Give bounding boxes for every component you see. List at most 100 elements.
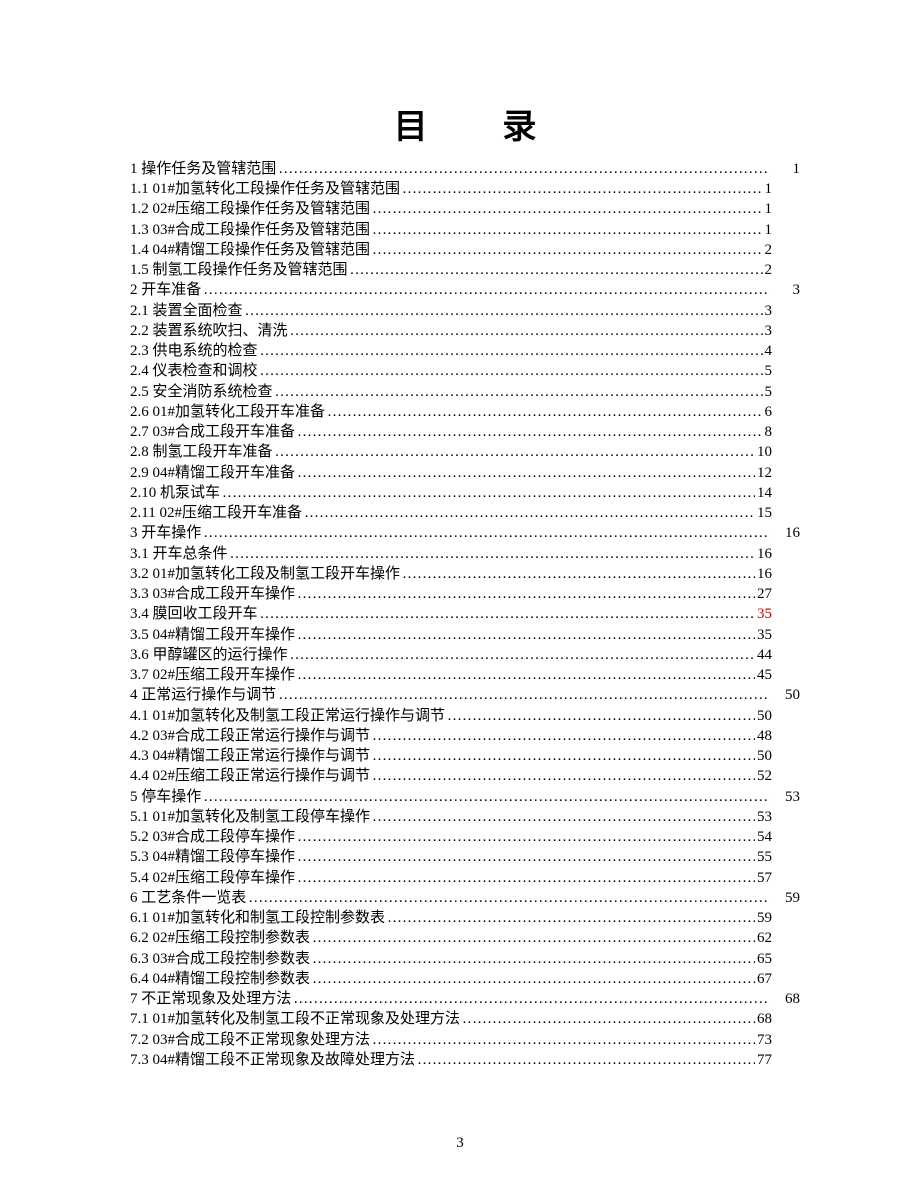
- toc-entry-label: 6.4 04#精馏工段控制参数表: [130, 969, 310, 989]
- toc-entry: 3.3 03#合成工段开车操作 27: [130, 584, 800, 604]
- toc-leader-dots: [278, 159, 770, 179]
- toc-leader-dots: [290, 321, 763, 341]
- toc-entry: 6.3 03#合成工段控制参数表65: [130, 949, 800, 969]
- toc-entry: 4.1 01#加氢转化及制氢工段正常运行操作与调节50: [130, 706, 800, 726]
- toc-entry-page: 73: [757, 1030, 772, 1050]
- toc-leader-dots: [312, 969, 755, 989]
- toc-entry: 2.5 安全消防系统检查5: [130, 382, 800, 402]
- toc-entry-page: 67: [757, 969, 772, 989]
- toc-entry-page: 35: [757, 625, 772, 645]
- toc-leader-dots: [297, 847, 755, 867]
- toc-entry: 1.3 03#合成工段操作任务及管辖范围 1: [130, 220, 800, 240]
- toc-entry: 3.2 01#加氢转化工段及制氢工段开车操作16: [130, 564, 800, 584]
- page-number: 3: [0, 1133, 920, 1153]
- toc-entry-page: 50: [757, 746, 772, 766]
- toc-entry-page: 55: [757, 847, 772, 867]
- toc-entry: 2.8 制氢工段开车准备10: [130, 442, 800, 462]
- toc-entry: 2.9 04#精馏工段开车准备12: [130, 463, 800, 483]
- toc-entry-label: 7 不正常现象及处理方法: [130, 989, 291, 1009]
- toc-entry-label: 2.2 装置系统吹扫、清洗: [130, 321, 288, 341]
- toc-leader-dots: [278, 685, 770, 705]
- toc-leader-dots: [447, 706, 755, 726]
- toc-entry: 2.1 装置全面检查 3: [130, 301, 800, 321]
- toc-entry: 2.7 03#合成工段开车准备8: [130, 422, 800, 442]
- toc-leader-dots: [402, 179, 762, 199]
- toc-entry: 7.3 04#精馏工段不正常现象及故障处理方法77: [130, 1050, 800, 1070]
- toc-leader-dots: [222, 483, 755, 503]
- toc-entry-label: 2.1 装置全面检查: [130, 301, 243, 321]
- toc-entry-label: 5.3 04#精馏工段停车操作: [130, 847, 295, 867]
- toc-entry: 2.4 仪表检查和调校5: [130, 361, 800, 381]
- toc-leader-dots: [372, 240, 762, 260]
- toc-entry: 4.3 04#精馏工段正常运行操作与调节50: [130, 746, 800, 766]
- toc-entry: 7 不正常现象及处理方法 68: [130, 989, 800, 1009]
- toc-entry-page: 44: [757, 645, 772, 665]
- toc-leader-dots: [372, 807, 755, 827]
- toc-leader-dots: [297, 584, 755, 604]
- toc-entry: 1.1 01#加氢转化工段操作任务及管辖范围1: [130, 179, 800, 199]
- toc-entry-page: 45: [757, 665, 772, 685]
- toc-entry-page: 1: [765, 179, 773, 199]
- toc-entry-page: 6: [765, 402, 773, 422]
- toc-entry: 5.2 03#合成工段停车操作54: [130, 827, 800, 847]
- toc-leader-dots: [275, 382, 763, 402]
- toc-entry-page: 35: [757, 604, 772, 624]
- toc-leader-dots: [304, 503, 755, 523]
- toc-leader-dots: [297, 868, 755, 888]
- toc-entry-label: 5.1 01#加氢转化及制氢工段停车操作: [130, 807, 370, 827]
- toc-leader-dots: [372, 199, 762, 219]
- toc-entry-label: 5.2 03#合成工段停车操作: [130, 827, 295, 847]
- toc-entry-page: 1: [765, 220, 773, 240]
- toc-entry-page: 16: [772, 523, 800, 543]
- toc-entry-page: 5: [765, 361, 773, 381]
- toc-entry: 2.11 02#压缩工段开车准备15: [130, 503, 800, 523]
- toc-entry-label: 3 开车操作: [130, 523, 201, 543]
- toc-entry-page: 2: [765, 240, 773, 260]
- toc-entry-page: 16: [757, 544, 772, 564]
- toc-entry-label: 1.2 02#压缩工段操作任务及管辖范围: [130, 199, 370, 219]
- toc-leader-dots: [462, 1009, 755, 1029]
- toc-entry-label: 2.3 供电系统的检查: [130, 341, 258, 361]
- toc-leader-dots: [260, 361, 763, 381]
- toc-leader-dots: [350, 260, 763, 280]
- toc-entry-label: 1.3 03#合成工段操作任务及管辖范围: [130, 220, 370, 240]
- toc-entry-page: 4: [765, 341, 773, 361]
- toc-entry-label: 3.3 03#合成工段开车操作: [130, 584, 295, 604]
- toc-leader-dots: [297, 665, 755, 685]
- toc-leader-dots: [203, 787, 770, 807]
- toc-leader-dots: [312, 928, 755, 948]
- toc-leader-dots: [230, 544, 755, 564]
- toc-entry: 2 开车准备3: [130, 280, 800, 300]
- toc-leader-dots: [387, 908, 755, 928]
- toc-leader-dots: [417, 1050, 755, 1070]
- toc-entry-label: 1 操作任务及管辖范围: [130, 159, 276, 179]
- toc-leader-dots: [297, 625, 755, 645]
- toc-entry-label: 2.5 安全消防系统检查: [130, 382, 273, 402]
- toc-entry: 2.10 机泵试车14: [130, 483, 800, 503]
- toc-entry-page: 8: [765, 422, 773, 442]
- toc-entry-page: 2: [765, 260, 773, 280]
- toc-entry-label: 5 停车操作: [130, 787, 201, 807]
- toc-entry: 6.4 04#精馏工段控制参数表 67: [130, 969, 800, 989]
- toc-entry-label: 6 工艺条件一览表: [130, 888, 246, 908]
- toc-entry: 2.6 01#加氢转化工段开车准备6: [130, 402, 800, 422]
- toc-entry: 7.1 01#加氢转化及制氢工段不正常现象及处理方法68: [130, 1009, 800, 1029]
- toc-entry: 1 操作任务及管辖范围 1: [130, 159, 800, 179]
- toc-leader-dots: [293, 989, 770, 1009]
- toc-entry-page: 77: [757, 1050, 772, 1070]
- toc-entry-page: 68: [772, 989, 800, 1009]
- toc-entry-page: 3: [765, 301, 773, 321]
- toc-entry: 1.4 04#精馏工段操作任务及管辖范围 2: [130, 240, 800, 260]
- toc-leader-dots: [245, 301, 763, 321]
- toc-entry-page: 27: [757, 584, 772, 604]
- toc-entry-page: 65: [757, 949, 772, 969]
- toc-entry-page: 53: [772, 787, 800, 807]
- toc-entry: 3.1 开车总条件16: [130, 544, 800, 564]
- toc-entry-page: 1: [772, 159, 800, 179]
- toc-leader-dots: [372, 1030, 755, 1050]
- toc-entry-page: 3: [772, 280, 800, 300]
- toc-entry-label: 1.4 04#精馏工段操作任务及管辖范围: [130, 240, 370, 260]
- page-title: 目录: [130, 105, 800, 151]
- toc-entry-label: 2.10 机泵试车: [130, 483, 220, 503]
- toc-entry-label: 3.7 02#压缩工段开车操作: [130, 665, 295, 685]
